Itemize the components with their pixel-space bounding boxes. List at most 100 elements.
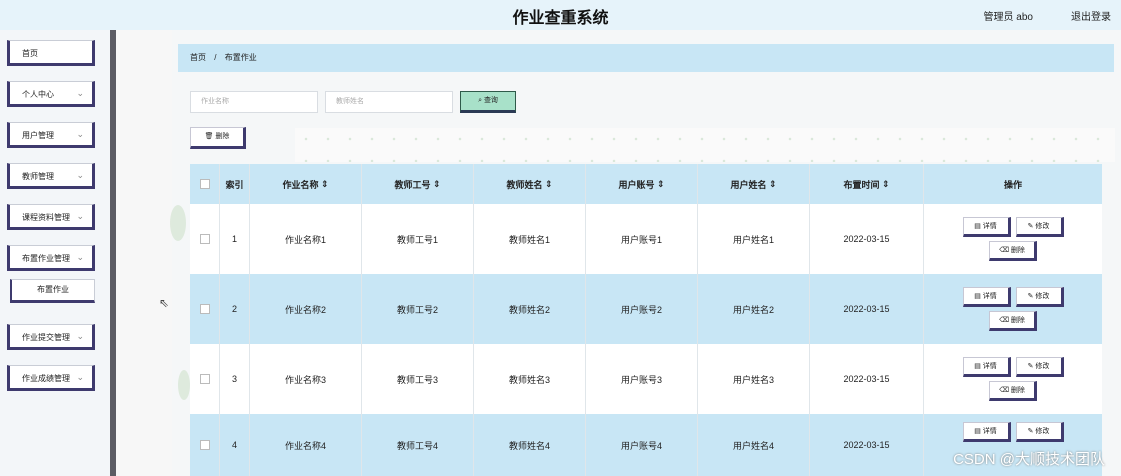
search-button-label: 查询 (483, 97, 498, 104)
cell-index: 3 (220, 344, 250, 414)
cell-index: 4 (220, 414, 250, 476)
edit-button[interactable]: ✎ 修改 (1015, 287, 1064, 307)
cell-name: 作业名称1 (250, 204, 362, 274)
table-row: 2 作业名称2 教师工号2 教师姓名2 用户账号2 用户姓名2 2022-03-… (190, 274, 1102, 344)
leaf-decoration-icon (170, 205, 186, 241)
sidebar-item-submissions[interactable]: 作业提交管理 ⌄ (7, 324, 95, 350)
sidebar-item-home[interactable]: 首页 (7, 40, 95, 66)
cell-time: 2022-03-15 (810, 274, 924, 344)
delete-label: 删除 (1010, 387, 1025, 394)
cell-actions: ▤ 详情 ✎ 修改 ⌫ 删除 (924, 204, 1102, 274)
trash-icon: 🗑︎ (204, 133, 216, 140)
delete-label: 删除 (1010, 317, 1025, 324)
edit-icon: ✎ (1027, 428, 1036, 435)
sort-icon[interactable]: ⇕ (318, 179, 329, 190)
cell-time: 2022-03-15 (810, 204, 924, 274)
sidebar-item-label: 作业成绩管理 (22, 374, 70, 383)
chevron-down-icon: ⌄ (76, 170, 84, 180)
detail-button[interactable]: ▤ 详情 (962, 422, 1011, 442)
edit-label: 修改 (1035, 293, 1050, 300)
col-header-label: 用户账号 (618, 179, 655, 190)
detail-label: 详情 (982, 363, 997, 370)
cell-user-account: 用户账号1 (586, 204, 698, 274)
cell-name: 作业名称2 (250, 274, 362, 344)
breadcrumb-home[interactable]: 首页 (190, 44, 206, 72)
sort-icon[interactable]: ⇕ (766, 179, 777, 190)
edit-label: 修改 (1035, 223, 1050, 230)
sidebar-item-grades[interactable]: 作业成绩管理 ⌄ (7, 365, 95, 391)
cell-name: 作业名称4 (250, 414, 362, 476)
col-header-name[interactable]: 作业名称 ⇕ (250, 164, 362, 204)
cell-user-account: 用户账号4 (586, 414, 698, 476)
trash-icon: ⌫ (999, 317, 1011, 324)
logout-link[interactable]: 退出登录 (1071, 8, 1111, 23)
detail-icon: ▤ (974, 363, 983, 370)
assignment-name-input[interactable]: 作业名称 (190, 91, 318, 113)
sidebar-item-label: 个人中心 (22, 90, 54, 99)
col-header-time[interactable]: 布置时间 ⇕ (810, 164, 924, 204)
col-header-teacher-id[interactable]: 教师工号 ⇕ (362, 164, 474, 204)
delete-button[interactable]: ⌫ 删除 (989, 381, 1037, 401)
breadcrumb-separator: / (214, 53, 217, 62)
sidebar-subitem-assign[interactable]: 布置作业 (10, 279, 95, 303)
row-checkbox[interactable] (190, 414, 220, 476)
row-checkbox[interactable] (190, 274, 220, 344)
edit-icon: ✎ (1027, 363, 1036, 370)
detail-icon: ▤ (974, 223, 983, 230)
sort-icon[interactable]: ⇕ (879, 179, 890, 190)
sidebar-item-personal[interactable]: 个人中心 ⌄ (7, 81, 95, 107)
edit-label: 修改 (1035, 428, 1050, 435)
col-header-actions: 操作 (1003, 179, 1022, 190)
sidebar-item-label: 作业提交管理 (22, 333, 70, 342)
cell-teacher-id: 教师工号1 (362, 204, 474, 274)
sidebar-item-course-materials[interactable]: 课程资料管理 ⌄ (7, 204, 95, 230)
delete-button[interactable]: ⌫ 删除 (989, 241, 1037, 261)
chevron-down-icon: ⌄ (76, 88, 84, 98)
delete-button[interactable]: ⌫ 删除 (989, 311, 1037, 331)
table-row: 3 作业名称3 教师工号3 教师姓名3 用户账号3 用户姓名3 2022-03-… (190, 344, 1102, 414)
batch-delete-button[interactable]: 🗑︎ 删除 (190, 127, 246, 149)
teacher-name-input[interactable]: 教师姓名 (325, 91, 453, 113)
col-header-label: 教师姓名 (506, 179, 543, 190)
detail-icon: ▤ (974, 293, 983, 300)
row-checkbox[interactable] (190, 204, 220, 274)
edit-label: 修改 (1035, 363, 1050, 370)
cell-user-account: 用户账号2 (586, 274, 698, 344)
sort-icon[interactable]: ⇕ (542, 179, 553, 190)
sidebar-item-assignment-mgmt[interactable]: 布置作业管理 ⌄ (7, 245, 95, 271)
col-header-user-account[interactable]: 用户账号 ⇕ (586, 164, 698, 204)
cell-teacher-name: 教师姓名4 (474, 414, 586, 476)
content-gutter (116, 30, 172, 476)
detail-label: 详情 (982, 428, 997, 435)
chevron-down-icon: ⌄ (76, 211, 84, 221)
sidebar-item-label: 用户管理 (22, 131, 54, 140)
edit-icon: ✎ (1027, 293, 1036, 300)
detail-button[interactable]: ▤ 详情 (962, 357, 1011, 377)
breadcrumb: 首页 / 布置作业 (178, 44, 1114, 72)
sort-icon[interactable]: ⇕ (430, 179, 441, 190)
edit-button[interactable]: ✎ 修改 (1015, 217, 1064, 237)
edit-button[interactable]: ✎ 修改 (1015, 357, 1064, 377)
col-header-label: 教师工号 (394, 179, 431, 190)
sidebar-item-teachers[interactable]: 教师管理 ⌄ (7, 163, 95, 189)
sidebar-item-label: 首页 (22, 49, 38, 58)
search-button[interactable]: ⌕ 查询 (460, 91, 516, 113)
edit-button[interactable]: ✎ 修改 (1015, 422, 1064, 442)
detail-button[interactable]: ▤ 详情 (962, 287, 1011, 307)
row-checkbox[interactable] (190, 344, 220, 414)
cell-name: 作业名称3 (250, 344, 362, 414)
cell-index: 1 (220, 204, 250, 274)
detail-icon: ▤ (974, 428, 983, 435)
col-header-user-name[interactable]: 用户姓名 ⇕ (698, 164, 810, 204)
col-header-label: 布置时间 (843, 179, 880, 190)
cell-teacher-id: 教师工号4 (362, 414, 474, 476)
sort-icon[interactable]: ⇕ (654, 179, 665, 190)
leaf-decoration-icon (178, 370, 190, 400)
detail-button[interactable]: ▤ 详情 (962, 217, 1011, 237)
cell-time: 2022-03-15 (810, 414, 924, 476)
sidebar-item-label: 课程资料管理 (22, 213, 70, 222)
select-all-checkbox[interactable] (190, 164, 220, 204)
col-header-teacher-name[interactable]: 教师姓名 ⇕ (474, 164, 586, 204)
sidebar-item-users[interactable]: 用户管理 ⌄ (7, 122, 95, 148)
detail-label: 详情 (982, 223, 997, 230)
